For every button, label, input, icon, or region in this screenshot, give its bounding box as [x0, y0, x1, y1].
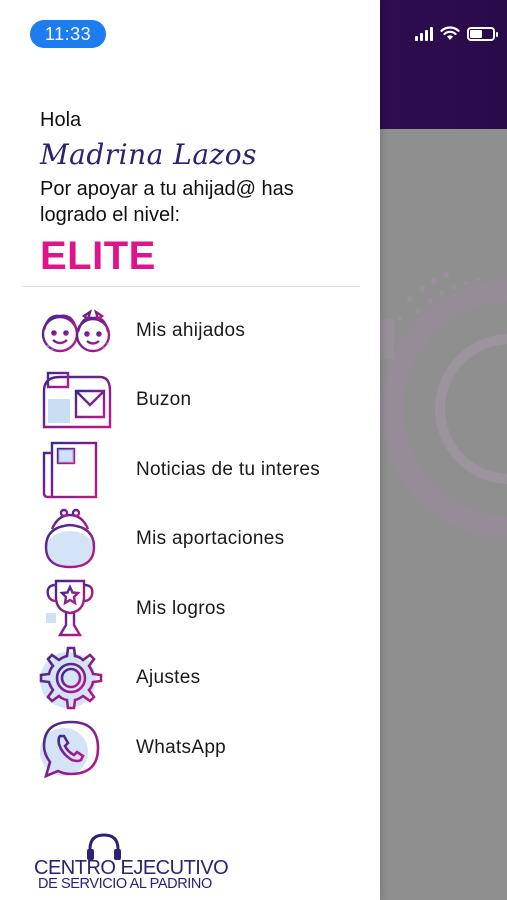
background-gear-icon [380, 272, 507, 538]
greeting-section: Hola Madrina Lazos Por apoyar a tu ahija… [40, 108, 360, 278]
user-name: Madrina Lazos [40, 138, 258, 171]
menu-item-label: Mis aportaciones [136, 528, 285, 550]
menu-item-label: Mis ahijados [136, 319, 246, 341]
menu-item-label: Noticias de tu interes [136, 458, 321, 480]
newspaper-icon [38, 438, 118, 502]
children-faces-icon [38, 299, 118, 363]
brand-logo: CENTRO EJECUTIVO DE SERVICIO AL PADRINO [32, 833, 229, 892]
status-time: 11:33 [30, 20, 106, 48]
menu-item-aportaciones[interactable]: Mis aportaciones [38, 505, 368, 575]
battery-icon [467, 26, 498, 41]
signal-icon [415, 26, 433, 41]
mailbox-icon [38, 368, 118, 432]
menu-item-buzon[interactable]: Buzon [38, 366, 368, 436]
drawer-menu: Mis ahijados Buzon Noticias de tu intere… [38, 296, 368, 783]
menu-item-ajustes[interactable]: Ajustes [38, 644, 368, 714]
whatsapp-icon [38, 716, 118, 780]
coin-purse-icon [38, 507, 118, 571]
menu-item-label: Buzon [136, 389, 192, 411]
trophy-icon [38, 577, 118, 641]
menu-item-label: WhatsApp [136, 736, 227, 758]
gear-icon [38, 646, 118, 710]
logo-text-line2: DE SERVICIO AL PADRINO [38, 876, 212, 892]
menu-item-whatsapp[interactable]: WhatsApp [38, 713, 368, 783]
level-badge: ELITE [40, 234, 156, 278]
wifi-icon [440, 26, 460, 40]
menu-item-mis-ahijados[interactable]: Mis ahijados [38, 296, 368, 366]
menu-item-label: Mis logros [136, 597, 226, 619]
divider [22, 286, 360, 287]
greeting-hello: Hola [40, 109, 82, 131]
menu-item-noticias[interactable]: Noticias de tu interes [38, 435, 368, 505]
menu-item-label: Ajustes [136, 667, 201, 689]
navigation-drawer: 11:33 Hola Madrina Lazos Por apoyar a tu… [0, 0, 380, 900]
menu-item-logros[interactable]: Mis logros [38, 574, 368, 644]
greeting-message: Por apoyar a tu ahijad@ has logrado el n… [40, 178, 294, 226]
status-icons [415, 26, 498, 41]
